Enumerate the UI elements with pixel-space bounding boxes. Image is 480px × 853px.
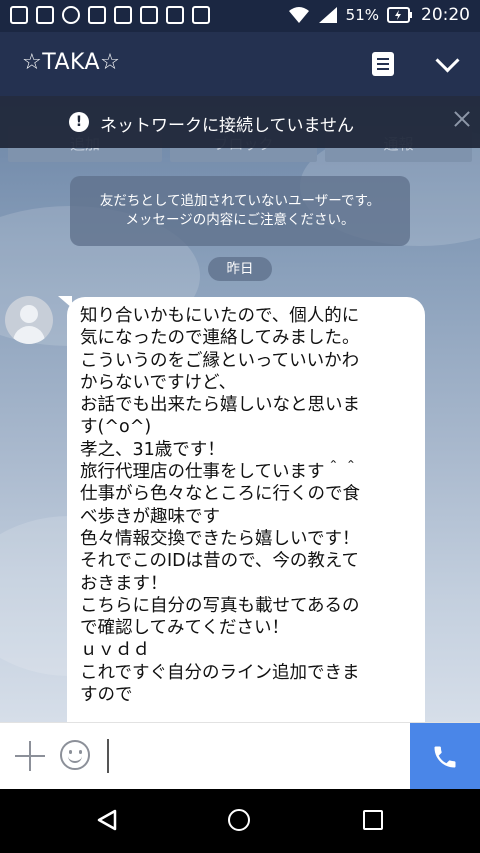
back-icon[interactable] <box>96 809 118 831</box>
notification-icons <box>10 6 210 24</box>
warning-icon: ! <box>69 112 89 132</box>
battery-charging-icon <box>387 7 412 23</box>
message-line: で確認してみてください！ <box>80 618 289 639</box>
message-line: べ歩きが趣味です <box>80 506 220 527</box>
message-line: 孝之、31歳です！ <box>80 439 225 460</box>
message-line: すので <box>80 685 133 706</box>
message-line: それでこのIDは昔ので、今の教えて <box>80 551 360 572</box>
message-line: ｕｖｄｄ <box>80 640 150 661</box>
message-line: す(^o^) <box>80 417 152 438</box>
chat-area[interactable]: 追加 ブロック 通報 ! ネットワークに接続していません 友だちとして追加されて… <box>0 96 480 722</box>
au-icon <box>140 6 158 24</box>
close-icon[interactable] <box>450 107 474 131</box>
au-icon <box>192 6 210 24</box>
notice-line: 友だちとして追加されていないユーザーです。 <box>99 193 381 209</box>
network-warning-text: ネットワークに接続していません <box>100 116 354 136</box>
plus-icon[interactable] <box>15 741 45 771</box>
chevron-down-icon[interactable] <box>432 50 464 78</box>
network-warning-banner: ! ネットワークに接続していません <box>0 96 480 148</box>
notice-line: メッセージの内容にご注意ください。 <box>125 212 355 228</box>
navigation-bar <box>0 789 480 853</box>
status-bar: 51% 20:20 <box>0 0 480 32</box>
clock: 20:20 <box>421 5 470 25</box>
phone-icon <box>434 746 456 768</box>
message-line: 気になったので連絡してみました。 <box>80 328 360 349</box>
home-icon[interactable] <box>228 809 250 831</box>
message-icon <box>10 6 28 24</box>
signal-icon <box>318 7 337 23</box>
au-icon <box>114 6 132 24</box>
message-line: おきます！ <box>80 573 168 594</box>
system-status: 51% 20:20 <box>288 5 470 25</box>
date-divider: 昨日 <box>208 257 272 281</box>
chat-title: ☆TAKA☆ <box>22 50 121 75</box>
message-line: 色々情報交換できたら嬉しいです！ <box>80 528 360 549</box>
message-input-bar <box>0 722 480 790</box>
chat-header: ☆TAKA☆ <box>0 32 480 96</box>
message-line: 知り合いかもにいたので、個人的に <box>80 306 360 326</box>
message-line: お話でも出来たら嬉しいなと思いま <box>80 395 360 416</box>
message-line: これですぐ自分のライン追加できま <box>80 662 360 683</box>
recent-apps-icon[interactable] <box>363 810 383 830</box>
message-line: こういうのをご縁といっていいかわ <box>80 350 360 371</box>
wifi-icon <box>288 7 309 23</box>
message-line: 旅行代理店の仕事をしています＾＾ <box>80 462 360 483</box>
message-line: こちらに自分の写真も載せてあるの <box>80 595 360 616</box>
contacts-icon <box>36 6 54 24</box>
note-icon[interactable] <box>372 52 394 76</box>
au-icon <box>166 6 184 24</box>
stranger-notice: 友だちとして追加されていないユーザーです。 メッセージの内容にご注意ください。 <box>70 176 410 246</box>
text-cursor[interactable] <box>107 739 109 773</box>
message-line: からないですけど、 <box>80 372 237 393</box>
message-line: 仕事がら色々なところに行くので食 <box>80 484 360 505</box>
avatar[interactable] <box>5 296 53 344</box>
mail-icon <box>88 6 106 24</box>
battery-percent: 51% <box>345 6 379 24</box>
call-button[interactable] <box>410 723 480 790</box>
message-bubble[interactable]: 知り合いかもにいたので、個人的に 気になったので連絡してみました。 こういうのを… <box>67 297 425 722</box>
emoji-icon[interactable] <box>60 740 90 770</box>
settings-icon <box>62 6 80 24</box>
